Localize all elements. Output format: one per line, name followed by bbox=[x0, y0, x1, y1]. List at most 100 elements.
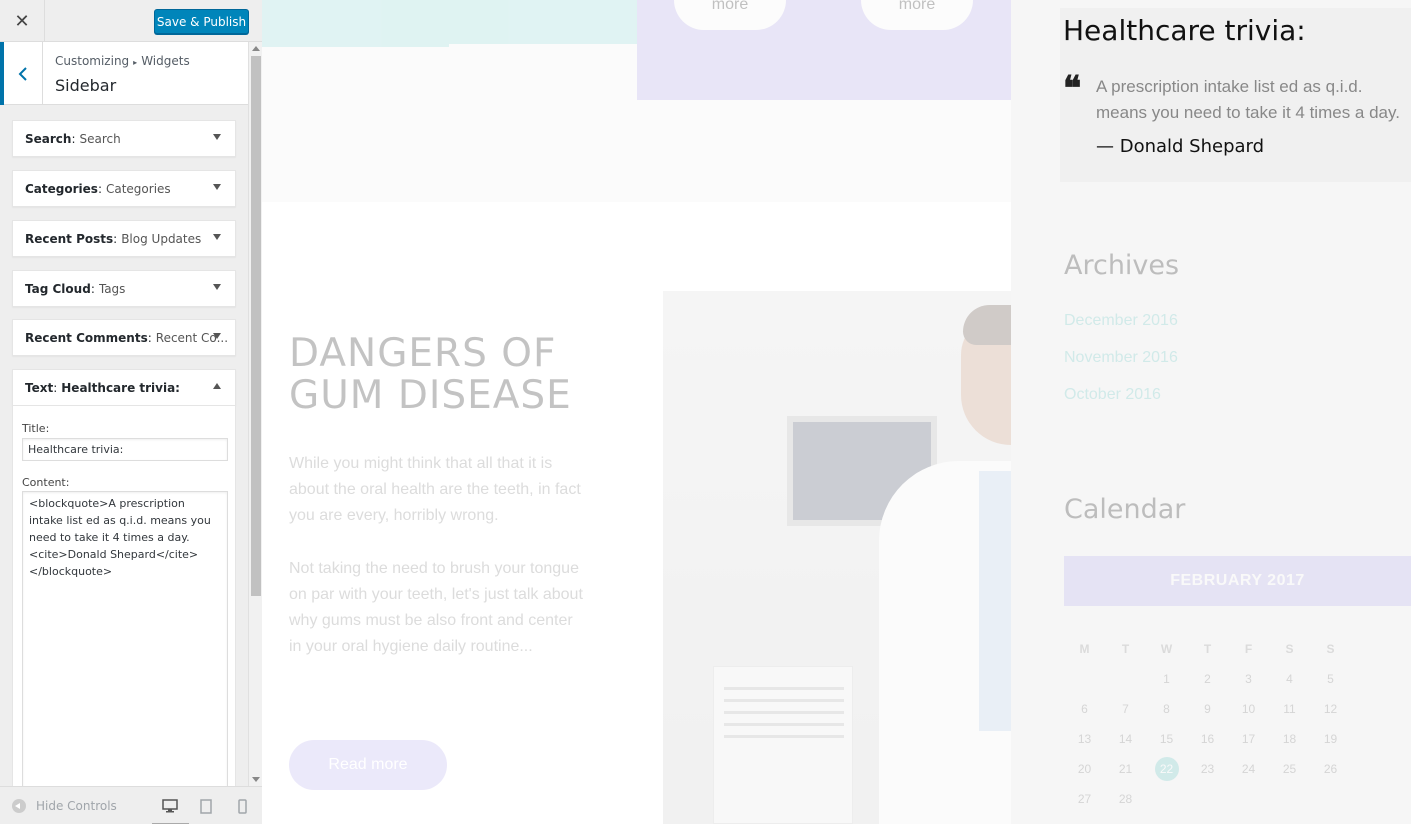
expand-arrow-icon[interactable] bbox=[213, 284, 221, 290]
calendar-day[interactable]: 24 bbox=[1228, 762, 1269, 776]
tablet-preview-icon[interactable] bbox=[197, 797, 215, 815]
site-preview: more more DANGERS OF GUM DISEASE While y… bbox=[262, 0, 1411, 824]
scroll-thumb[interactable] bbox=[251, 56, 261, 596]
expand-arrow-icon[interactable] bbox=[213, 333, 221, 339]
scroll-down-icon[interactable] bbox=[252, 777, 260, 782]
calendar-weekday-row: MTWTFSS bbox=[1064, 634, 1411, 664]
desktop-preview-icon[interactable] bbox=[152, 797, 189, 824]
customizer-sidebar: ✕ Save & Publish Customizing ▸ Widgets Sid… bbox=[0, 0, 262, 824]
calendar-weekday: T bbox=[1121, 642, 1130, 656]
calendar-day[interactable]: 6 bbox=[1064, 702, 1105, 716]
teal-block bbox=[449, 0, 637, 44]
calendar-weekday: S bbox=[1285, 642, 1294, 656]
calendar-weekday: T bbox=[1203, 642, 1212, 656]
calendar-title: Calendar bbox=[1064, 494, 1186, 525]
calendar-day[interactable]: 28 bbox=[1105, 792, 1146, 806]
calendar-day[interactable]: 7 bbox=[1105, 702, 1146, 716]
collapse-arrow-icon bbox=[12, 799, 26, 813]
customizer-header: ✕ Save & Publish bbox=[0, 0, 262, 42]
calendar-day[interactable]: 12 bbox=[1310, 702, 1351, 716]
archive-link[interactable]: October 2016 bbox=[1064, 386, 1161, 404]
calendar-day[interactable]: 13 bbox=[1064, 732, 1105, 746]
quote-icon: ❝ bbox=[1063, 69, 1082, 109]
widget-type: Recent Posts bbox=[25, 231, 114, 246]
breadcrumb-root: Customizing bbox=[55, 54, 130, 68]
calendar-day[interactable]: 27 bbox=[1064, 792, 1105, 806]
widget-recent-posts[interactable]: Recent Posts: Blog Updates bbox=[12, 220, 236, 257]
read-more-button[interactable]: Read more bbox=[289, 740, 447, 790]
calendar-day[interactable]: 4 bbox=[1269, 672, 1310, 686]
calendar-day[interactable]: 20 bbox=[1064, 762, 1105, 776]
widget-search[interactable]: Search: Search bbox=[12, 120, 236, 157]
customizer-panel: Customizing ▸ Widgets Sidebar Search: Searc… bbox=[0, 42, 262, 786]
trivia-title: Healthcare trivia: bbox=[1063, 14, 1306, 47]
calendar-week-row: 6 7 8 9 10 11 12 bbox=[1064, 694, 1411, 724]
calendar-day[interactable]: 23 bbox=[1187, 762, 1228, 776]
text-widget-form: Title: Content: bbox=[12, 406, 236, 786]
trivia-quote: A prescription intake list ed as q.i.d. … bbox=[1096, 77, 1400, 122]
collapse-arrow-icon[interactable] bbox=[213, 383, 221, 389]
calendar-day[interactable]: 22 bbox=[1146, 757, 1187, 781]
calendar-day[interactable]: 15 bbox=[1146, 732, 1187, 746]
more-button[interactable]: more bbox=[674, 0, 786, 30]
calendar-day[interactable]: 16 bbox=[1187, 732, 1228, 746]
calendar-day[interactable]: 5 bbox=[1310, 672, 1351, 686]
breadcrumb-child: Widgets bbox=[141, 54, 190, 68]
calendar-grid: M T W T F S S 1 2 3 4 5 6 7 8 9 10 11 12 13 14 15 16 17 18 19 20 21… bbox=[1064, 634, 1411, 814]
back-chevron-icon[interactable] bbox=[0, 42, 43, 105]
widget-text[interactable]: Text: Healthcare trivia: bbox=[12, 369, 236, 406]
archive-link[interactable]: November 2016 bbox=[1064, 349, 1178, 367]
panel-title: Sidebar bbox=[55, 76, 117, 95]
widget-title: Search bbox=[79, 131, 121, 146]
hair bbox=[963, 305, 1011, 345]
calendar-day[interactable]: 8 bbox=[1146, 702, 1187, 716]
teal-block bbox=[262, 0, 449, 47]
calendar-day[interactable]: 1 bbox=[1146, 672, 1187, 686]
shirt bbox=[979, 471, 1011, 731]
expand-arrow-icon[interactable] bbox=[213, 184, 221, 190]
calendar-weekday: W bbox=[1160, 642, 1173, 656]
more-button[interactable]: more bbox=[861, 0, 973, 30]
calendar-day[interactable]: 10 bbox=[1228, 702, 1269, 716]
widget-type: Recent Comments bbox=[25, 330, 148, 345]
calendar-month: FEBRUARY 2017 bbox=[1064, 556, 1411, 606]
title-input[interactable] bbox=[22, 438, 228, 461]
calendar-day[interactable]: 18 bbox=[1269, 732, 1310, 746]
calendar-day[interactable]: 26 bbox=[1310, 762, 1351, 776]
calendar-day[interactable]: 3 bbox=[1228, 672, 1269, 686]
trivia-widget: Healthcare trivia: ❝ A prescription inta… bbox=[1060, 8, 1411, 182]
content-textarea[interactable] bbox=[22, 491, 228, 786]
article-title: DANGERS OF GUM DISEASE bbox=[289, 331, 572, 418]
archive-link[interactable]: December 2016 bbox=[1064, 312, 1178, 330]
calendar-day[interactable]: 25 bbox=[1269, 762, 1310, 776]
save-publish-button[interactable]: Save & Publish bbox=[154, 9, 249, 34]
archives-title: Archives bbox=[1064, 250, 1180, 281]
panel-scrollbar[interactable] bbox=[248, 42, 262, 786]
calendar-day[interactable]: 14 bbox=[1105, 732, 1146, 746]
calendar-weekday: F bbox=[1244, 642, 1253, 656]
mobile-preview-icon[interactable] bbox=[233, 797, 251, 815]
dentist-photo bbox=[663, 291, 1011, 824]
scroll-up-icon[interactable] bbox=[252, 46, 260, 51]
trivia-cite: — Donald Shepard bbox=[1096, 136, 1265, 157]
calendar-week-row: 20 21 22 23 24 25 26 bbox=[1064, 754, 1411, 784]
widget-categories[interactable]: Categories: Categories bbox=[12, 170, 236, 207]
calendar-week-row: 27 28 bbox=[1064, 784, 1411, 814]
widget-tag-cloud[interactable]: Tag Cloud: Tags bbox=[12, 270, 236, 307]
calendar-day[interactable]: 19 bbox=[1310, 732, 1351, 746]
close-icon[interactable]: ✕ bbox=[0, 0, 45, 42]
calendar-day[interactable]: 9 bbox=[1187, 702, 1228, 716]
widget-recent-comments[interactable]: Recent Comments: Recent Co... bbox=[12, 319, 236, 356]
calendar-day[interactable]: 17 bbox=[1228, 732, 1269, 746]
expand-arrow-icon[interactable] bbox=[213, 234, 221, 240]
calendar-day[interactable]: 21 bbox=[1105, 762, 1146, 776]
calendar-day[interactable]: 2 bbox=[1187, 672, 1228, 686]
cabinet bbox=[713, 666, 853, 824]
calendar-day[interactable]: 11 bbox=[1269, 702, 1310, 716]
calendar-week-row: 13 14 15 16 17 18 19 bbox=[1064, 724, 1411, 754]
hide-controls-button[interactable]: Hide Controls bbox=[12, 799, 117, 813]
expand-arrow-icon[interactable] bbox=[213, 134, 221, 140]
dentist-figure bbox=[839, 291, 1011, 824]
cabinet-slat bbox=[724, 735, 844, 738]
cabinet-slat bbox=[724, 711, 844, 714]
